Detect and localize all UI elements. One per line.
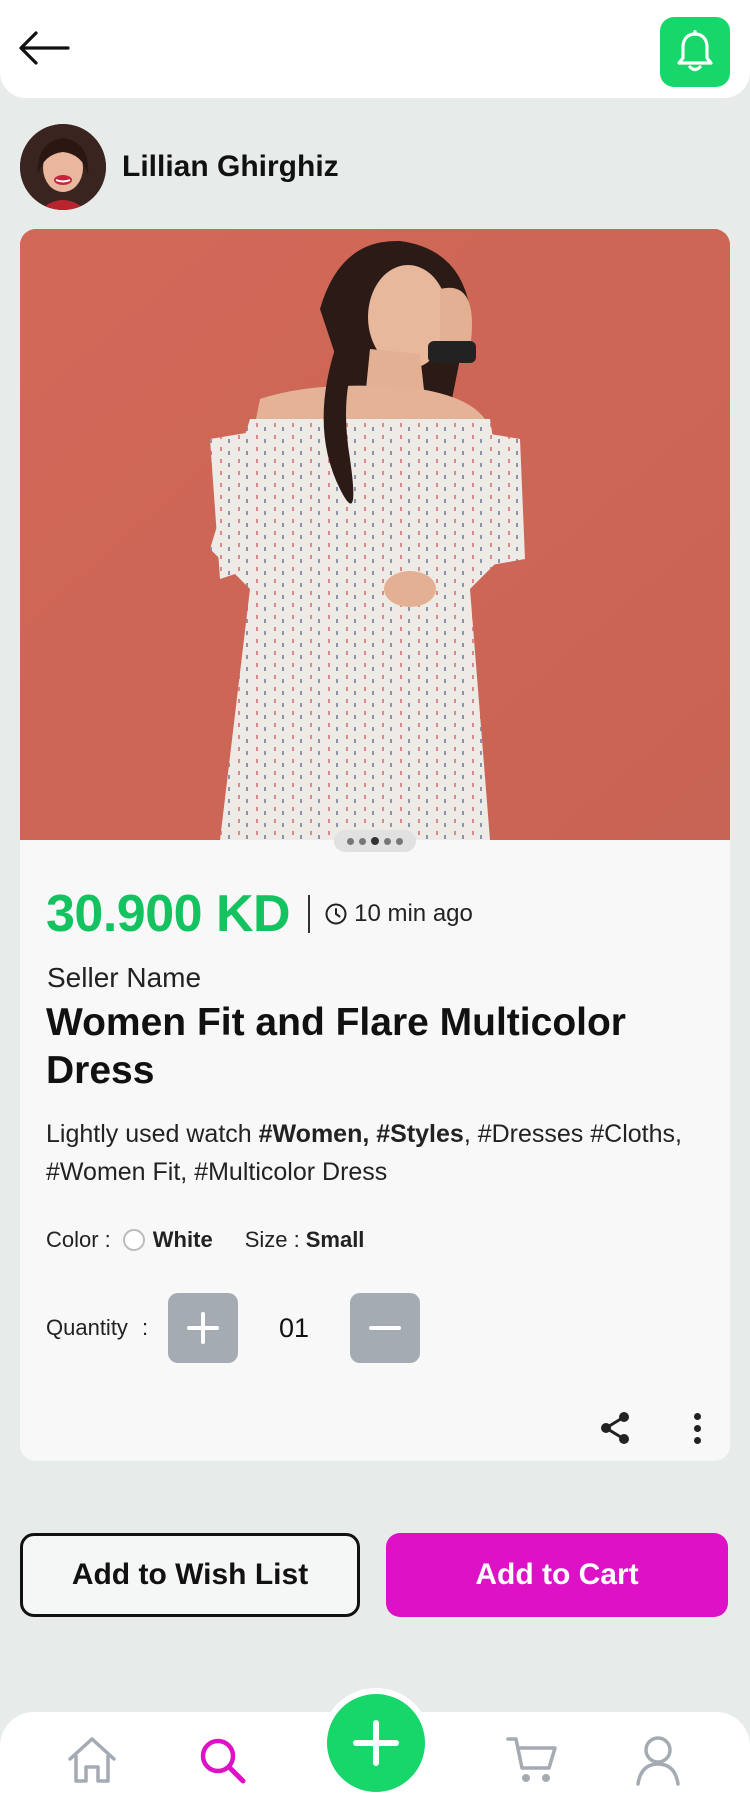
seller-name[interactable]: Lillian Ghirghiz [122, 150, 339, 184]
carousel-dot[interactable] [396, 837, 403, 845]
avatar[interactable] [20, 124, 106, 210]
nav-cart[interactable] [504, 1732, 560, 1788]
quantity-decrease-button[interactable] [350, 1293, 421, 1363]
price-row: 30.900 KD 10 min ago [46, 879, 473, 949]
nav-home[interactable] [64, 1732, 120, 1788]
posted-time-text: 10 min ago [354, 900, 473, 927]
attributes-row: Color : White Size : Small [46, 1220, 364, 1260]
carousel-dot[interactable] [347, 837, 354, 845]
nav-search[interactable] [194, 1732, 250, 1788]
more-dot [693, 1436, 701, 1444]
quantity-label: Quantity [46, 1315, 128, 1340]
more-options-button[interactable] [685, 1408, 709, 1448]
size-label: Size : [244, 1227, 300, 1252]
notification-button[interactable] [660, 17, 730, 87]
product-price: 30.900 KD [46, 885, 291, 943]
carousel-dot[interactable] [359, 837, 366, 845]
color-swatch[interactable] [122, 1229, 145, 1251]
posted-time: 10 min ago [324, 900, 473, 928]
tag-styles[interactable]: #Styles [376, 1120, 464, 1148]
add-listing-button[interactable] [327, 1694, 425, 1792]
color-label: Color : [46, 1227, 111, 1252]
add-to-cart-button[interactable]: Add to Cart [386, 1533, 728, 1617]
quantity-colon: : [141, 1315, 149, 1340]
quantity-value: 01 [279, 1312, 310, 1343]
home-icon [68, 1737, 116, 1783]
seller-label: Seller Name [47, 962, 202, 993]
minus-icon [369, 1326, 402, 1330]
share-button[interactable] [595, 1408, 635, 1448]
image-carousel-indicator[interactable] [334, 830, 416, 852]
profile-icon [636, 1736, 680, 1786]
color-value: White [152, 1227, 213, 1252]
tag-women[interactable]: #Women, [259, 1120, 370, 1148]
more-dot [693, 1412, 701, 1420]
back-button[interactable] [14, 20, 74, 76]
cart-icon [506, 1737, 557, 1782]
plus-icon [187, 1312, 220, 1344]
quantity-row: Quantity : 01 [46, 1292, 421, 1364]
quantity-increase-button[interactable] [168, 1293, 239, 1363]
plus-icon [353, 1720, 399, 1766]
share-icon [601, 1412, 629, 1444]
product-card: 30.900 KD 10 min ago Seller Name Women F… [20, 229, 730, 1461]
divider [308, 895, 311, 933]
bell-icon [677, 30, 713, 72]
product-description: Lightly used watch #Women, #Styles, #Dre… [46, 1115, 706, 1191]
nav-profile[interactable] [630, 1732, 686, 1788]
seller-row[interactable]: Lillian Ghirghiz [20, 124, 339, 210]
carousel-dot[interactable] [384, 837, 391, 845]
size-value: Small [305, 1227, 365, 1252]
carousel-dot-active[interactable] [371, 837, 379, 845]
product-image[interactable] [20, 229, 730, 840]
top-bar [0, 0, 750, 98]
product-title: Women Fit and Flare Multicolor Dress [46, 1001, 626, 1092]
description-text: Lightly used watch [46, 1120, 259, 1148]
add-to-wishlist-button[interactable]: Add to Wish List [20, 1533, 360, 1617]
more-dot [693, 1424, 701, 1432]
clock-icon [325, 903, 347, 925]
arrow-left-icon [19, 31, 70, 65]
search-icon [200, 1738, 246, 1784]
